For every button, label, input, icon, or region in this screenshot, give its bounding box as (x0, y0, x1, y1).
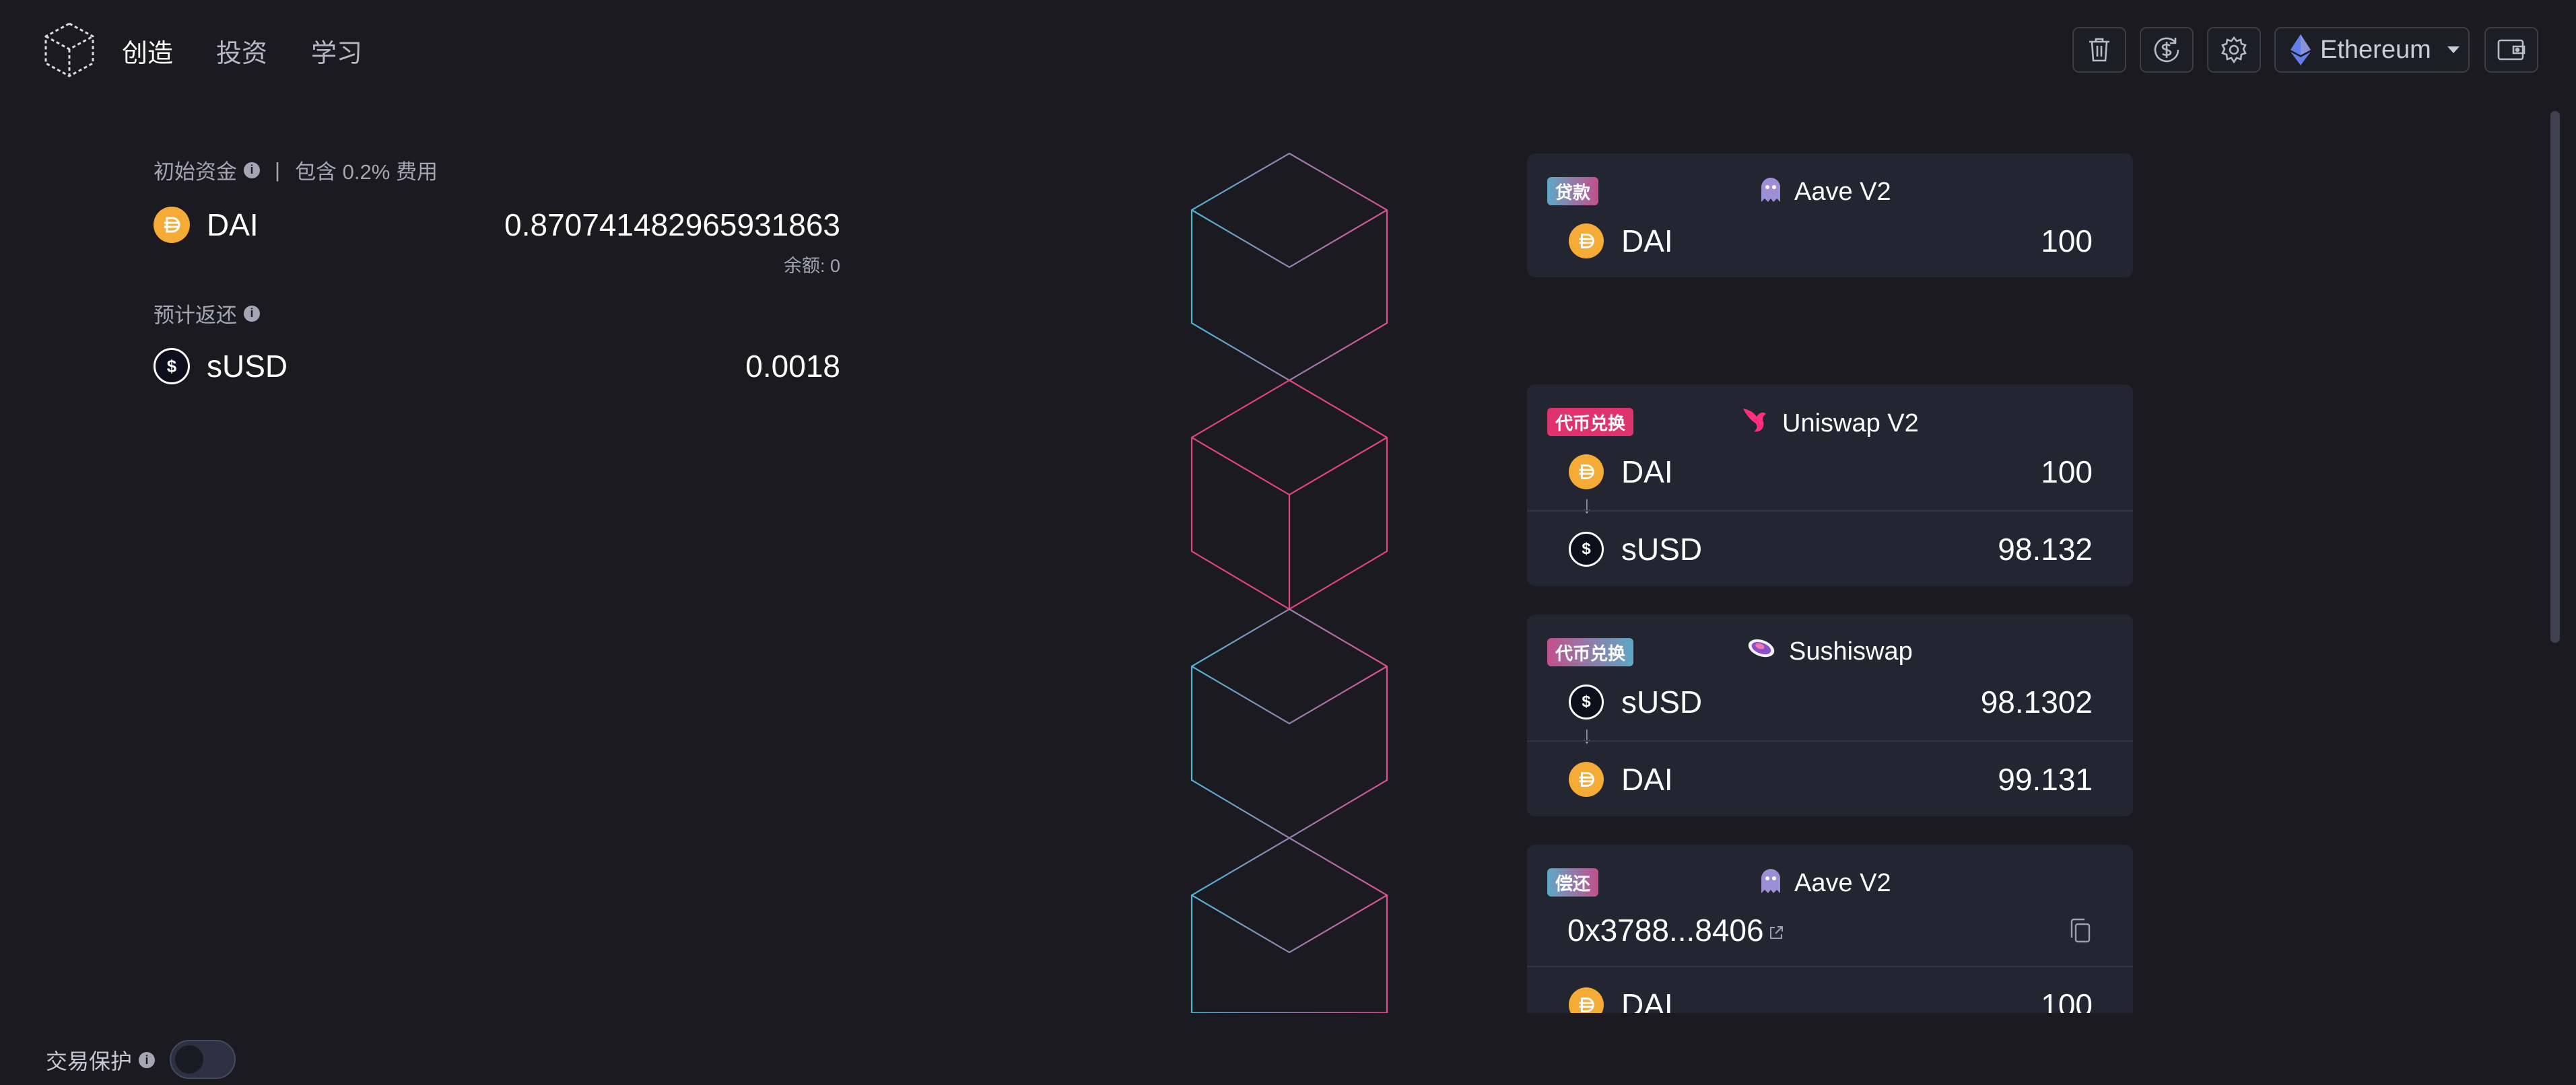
protocol-name: Uniswap V2 (1782, 409, 1919, 438)
tab-learn[interactable]: 学习 (311, 32, 362, 69)
gear-icon (2220, 36, 2248, 64)
copy-icon[interactable] (2068, 917, 2093, 948)
protocol-name: Sushiswap (1789, 637, 1913, 666)
ethereum-icon (2291, 34, 2311, 65)
protocol-name: Aave V2 (1794, 177, 1891, 206)
fee-note: 包含 0.2% 费用 (295, 160, 438, 184)
wallet-icon (2497, 37, 2526, 63)
arrow-down-icon: ↓ (1581, 721, 1593, 748)
dai-icon (1569, 987, 1604, 1013)
arrow-down-icon: ↓ (1581, 491, 1593, 518)
protocol-label: Uniswap V2 (1739, 405, 1919, 442)
balance-text: 余额: 0 (783, 256, 840, 276)
token-name: sUSD (1621, 685, 1703, 720)
estimate-header: 预计返还 i (154, 298, 260, 328)
info-icon[interactable]: i (244, 162, 260, 178)
cube-repay (1190, 837, 1388, 1014)
token-name: DAI (1621, 454, 1673, 489)
protection-toggle[interactable] (170, 1040, 236, 1079)
protocol-label: Sushiswap (1746, 635, 1913, 668)
separator: | (275, 158, 281, 182)
protocol-name: Aave V2 (1794, 868, 1891, 897)
token-name: DAI (1621, 762, 1673, 797)
token-name: sUSD (1621, 532, 1703, 567)
sushiswap-icon (1746, 635, 1777, 668)
token-value: 100 (2041, 987, 2093, 1013)
badge-swap: 代币兑换 (1547, 408, 1634, 436)
tab-invest[interactable]: 投资 (216, 32, 267, 69)
funding-amount: 0.870741482965931863 (504, 207, 840, 242)
token-row-in: DAI 100 (1527, 448, 2133, 495)
funding-label: 初始资金 (154, 160, 237, 184)
badge-repay: 偿还 (1547, 868, 1599, 897)
strategy-cubes (1182, 151, 1397, 1014)
token-name: DAI (1621, 987, 1673, 1013)
funding-token: DAI (207, 207, 259, 242)
divider (1527, 740, 2133, 742)
address-text: 0x3788...8406 (1567, 913, 1764, 948)
currency-button[interactable] (2140, 27, 2194, 73)
token-row: DAI 100 (1527, 217, 2133, 265)
protocol-label: Aave V2 (1759, 865, 1891, 901)
wallet-button[interactable] (2484, 27, 2538, 73)
susd-icon: $ (154, 348, 190, 384)
external-link-icon[interactable] (1768, 912, 1784, 948)
currency-cycle-icon (2153, 36, 2181, 64)
token-row-out: DAI 99.131 (1527, 756, 2133, 803)
step-card-repay[interactable]: 偿还 Aave V2 0x3788...8406 DAI 100 (1527, 845, 2133, 1013)
divider (1527, 966, 2133, 967)
cube-swap-1 (1190, 379, 1388, 610)
info-icon[interactable]: i (244, 305, 260, 322)
estimate-label: 预计返还 (154, 304, 237, 327)
cube-loan (1190, 152, 1388, 382)
token-value: 98.132 (1998, 532, 2093, 567)
token-value: 100 (2041, 454, 2093, 489)
chevron-down-icon (2447, 46, 2460, 53)
badge-swap: 代币兑换 (1547, 638, 1634, 666)
cube-swap-2 (1190, 608, 1388, 839)
aave-ghost-icon (1759, 865, 1782, 901)
dai-icon (1569, 762, 1604, 797)
dai-icon (154, 207, 190, 243)
badge-loan: 贷款 (1547, 177, 1599, 205)
dai-icon (1569, 454, 1604, 489)
token-name: DAI (1621, 223, 1673, 258)
settings-button[interactable] (2207, 27, 2261, 73)
susd-icon: $ (1569, 532, 1604, 567)
protocol-label: Aave V2 (1759, 174, 1891, 210)
dai-icon (1569, 223, 1604, 258)
susd-icon: $ (1569, 685, 1604, 720)
step-card-swap-sushiswap[interactable]: 代币兑换 Sushiswap $ sUSD 98.1302 ↓ DAI 99.1… (1527, 615, 2133, 816)
scrollbar[interactable] (2550, 111, 2560, 643)
protection-label: 交易保护 i (46, 1045, 156, 1076)
token-value: 100 (2041, 223, 2093, 258)
funding-header: 初始资金 i | 包含 0.2% 费用 (154, 155, 438, 185)
address-link[interactable]: 0x3788...8406 (1567, 912, 1784, 948)
divider (1527, 510, 2133, 512)
toggle-knob (175, 1045, 203, 1074)
estimate-amount: 0.0018 (745, 349, 840, 384)
token-value: 98.1302 (1980, 685, 2093, 720)
token-row-out: $ sUSD 98.132 (1527, 526, 2133, 573)
step-card-loan[interactable]: 贷款 Aave V2 DAI 100 (1527, 153, 2133, 277)
trash-icon (2087, 36, 2111, 63)
token-value: 99.131 (1998, 762, 2093, 797)
info-icon[interactable]: i (139, 1052, 156, 1068)
network-label: Ethereum (2320, 35, 2431, 64)
network-selector[interactable]: Ethereum (2274, 27, 2470, 73)
tab-create[interactable]: 创造 (122, 32, 173, 69)
aave-ghost-icon (1759, 174, 1782, 210)
protection-text: 交易保护 (46, 1049, 133, 1074)
token-row: DAI 100 (1527, 981, 2133, 1013)
token-row-in: $ sUSD 98.1302 (1527, 678, 2133, 726)
estimate-token: sUSD (207, 349, 288, 384)
app-logo[interactable] (44, 22, 95, 78)
trash-button[interactable] (2072, 27, 2126, 73)
step-card-swap-uniswap[interactable]: 代币兑换 Uniswap V2 DAI 100 ↓ $ sUSD 98.132 (1527, 384, 2133, 586)
uniswap-unicorn-icon (1739, 405, 1770, 442)
